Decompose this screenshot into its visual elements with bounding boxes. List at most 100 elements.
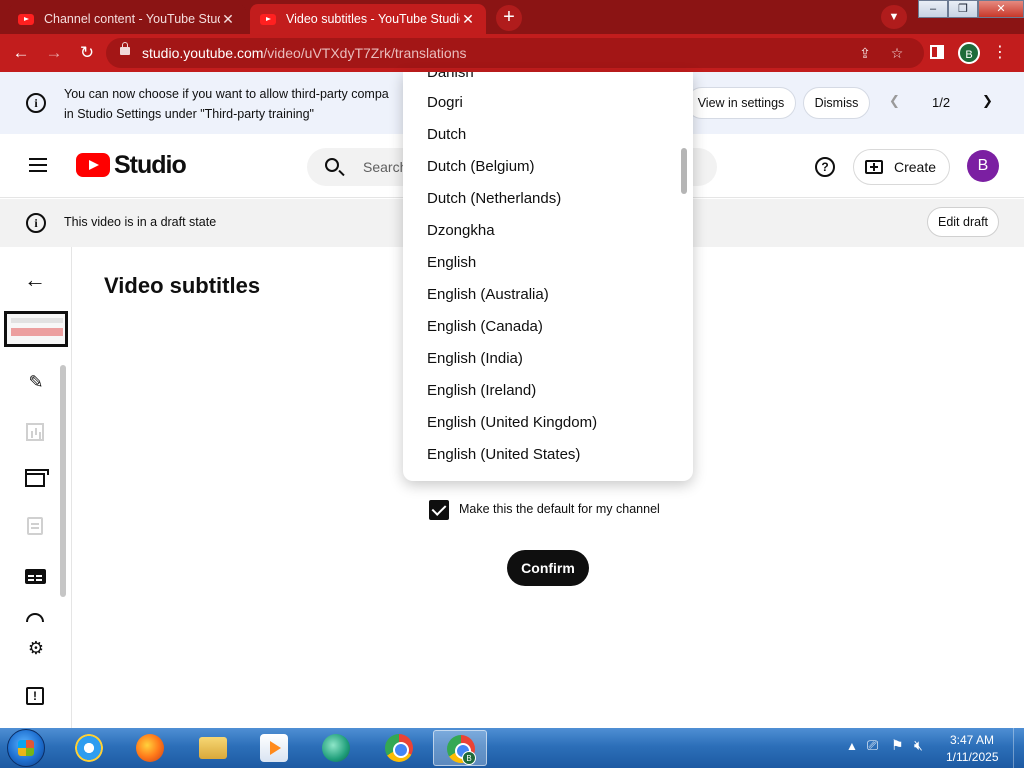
language-option[interactable]: English bbox=[427, 247, 476, 279]
editor-clapperboard-icon[interactable] bbox=[25, 469, 49, 487]
taskbar-network-app[interactable] bbox=[309, 730, 363, 766]
browser-toolbar: ← → ↻ studio.youtube.com/video/uVTXdyT7Z… bbox=[0, 34, 1024, 72]
clock-time[interactable]: 3:47 AM bbox=[950, 733, 994, 747]
default-channel-label: Make this the default for my channel bbox=[459, 502, 660, 516]
next-chevron-icon[interactable]: ❯ bbox=[982, 93, 993, 109]
chrome-icon bbox=[385, 734, 413, 762]
info-icon: i bbox=[26, 213, 46, 233]
language-option[interactable]: English (United Kingdom) bbox=[427, 407, 597, 439]
lock-icon bbox=[120, 42, 130, 55]
edit-draft-button[interactable]: Edit draft bbox=[927, 207, 999, 237]
network-app-icon bbox=[322, 734, 350, 762]
language-option[interactable]: Dzongkha bbox=[427, 215, 495, 247]
side-panel-icon[interactable] bbox=[930, 45, 944, 59]
language-option[interactable]: Dogri bbox=[427, 87, 463, 119]
taskbar-internet-explorer[interactable] bbox=[62, 730, 116, 766]
view-in-settings-button[interactable]: View in settings bbox=[686, 87, 796, 119]
browser-profile-avatar[interactable]: B bbox=[958, 42, 980, 64]
address-bar[interactable]: studio.youtube.com/video/uVTXdyT7Zrk/tra… bbox=[106, 38, 924, 68]
minimize-icon[interactable]: – bbox=[918, 0, 948, 18]
action-center-flag-icon[interactable]: ⚑ bbox=[891, 737, 904, 754]
back-arrow-icon[interactable]: ← bbox=[9, 41, 33, 65]
create-label: Create bbox=[894, 159, 937, 175]
search-icon bbox=[325, 158, 339, 172]
language-option[interactable]: Dutch (Belgium) bbox=[427, 151, 535, 183]
subtitles-icon[interactable] bbox=[25, 569, 46, 584]
language-option[interactable]: Dutch bbox=[427, 119, 466, 151]
notice-text: You can now choose if you want to allow … bbox=[64, 84, 404, 124]
confirm-button[interactable]: Confirm bbox=[507, 550, 589, 586]
studio-logo-text[interactable]: Studio bbox=[114, 151, 187, 180]
forward-arrow-icon[interactable]: → bbox=[42, 41, 66, 65]
tab-title: Video subtitles - YouTube Studio bbox=[286, 12, 460, 26]
browser-tab-bar: Channel content - YouTube Studio ✕ Video… bbox=[0, 0, 1024, 34]
tab-title: Channel content - YouTube Studio bbox=[44, 12, 220, 26]
url-text: studio.youtube.com/video/uVTXdyT7Zrk/tra… bbox=[142, 45, 467, 61]
new-tab-button[interactable]: + bbox=[496, 5, 522, 31]
taskbar-media-player[interactable] bbox=[247, 730, 301, 766]
taskbar-file-explorer[interactable] bbox=[186, 730, 240, 766]
account-avatar[interactable]: B bbox=[967, 150, 999, 182]
help-icon[interactable]: ? bbox=[815, 157, 835, 177]
create-button[interactable]: Create bbox=[853, 149, 950, 185]
notice-line-2: in Studio Settings under "Third-party tr… bbox=[64, 107, 314, 121]
youtube-favicon-icon bbox=[260, 13, 276, 25]
language-option[interactable]: Dutch (Netherlands) bbox=[427, 183, 561, 215]
left-navigation-rail: ← ✎ ⚙ ! bbox=[0, 247, 72, 728]
tab-search-chevron-icon[interactable]: ▼ bbox=[881, 5, 907, 29]
folder-icon bbox=[199, 737, 227, 759]
close-icon[interactable]: ✕ bbox=[460, 11, 476, 28]
tab-video-subtitles[interactable]: Video subtitles - YouTube Studio ✕ bbox=[250, 4, 486, 34]
youtube-favicon-icon bbox=[18, 13, 34, 25]
rail-scrollbar[interactable] bbox=[60, 365, 66, 597]
analytics-icon[interactable] bbox=[26, 423, 44, 441]
url-path: /video/uVTXdyT7Zrk/translations bbox=[263, 45, 467, 61]
restore-icon[interactable]: ❐ bbox=[948, 0, 978, 18]
language-option[interactable]: English (Ireland) bbox=[427, 375, 536, 407]
comments-icon[interactable] bbox=[27, 517, 43, 535]
language-option[interactable]: English (India) bbox=[427, 343, 523, 375]
share-icon[interactable]: ⇪ bbox=[854, 42, 876, 64]
language-dropdown-list[interactable]: Danish Dogri Dutch Dutch (Belgium) Dutch… bbox=[403, 72, 693, 481]
back-arrow-icon[interactable]: ← bbox=[24, 267, 46, 293]
tab-channel-content[interactable]: Channel content - YouTube Studio ✕ bbox=[8, 4, 246, 34]
create-video-icon bbox=[865, 160, 883, 174]
taskbar-chrome[interactable] bbox=[372, 730, 426, 766]
notice-pager: 1/2 bbox=[932, 95, 951, 110]
menu-icon[interactable] bbox=[29, 158, 47, 172]
notice-line-1: You can now choose if you want to allow … bbox=[64, 87, 389, 101]
url-host: studio.youtube.com bbox=[142, 45, 264, 61]
taskbar-firefox[interactable] bbox=[123, 730, 177, 766]
volume-muted-icon[interactable]: 🔇︎ bbox=[914, 737, 923, 754]
bookmark-star-icon[interactable]: ☆ bbox=[886, 42, 908, 64]
firefox-icon bbox=[136, 734, 164, 762]
language-option[interactable]: English (Canada) bbox=[427, 311, 543, 343]
clock-date[interactable]: 1/11/2025 bbox=[946, 750, 999, 764]
default-channel-checkbox[interactable] bbox=[429, 500, 449, 520]
dismiss-button[interactable]: Dismiss bbox=[803, 87, 870, 119]
start-button[interactable] bbox=[7, 729, 45, 767]
tray-expand-icon[interactable]: ▲ bbox=[846, 739, 858, 753]
reload-icon[interactable]: ↻ bbox=[75, 41, 99, 65]
page-title: Video subtitles bbox=[104, 273, 261, 298]
media-player-icon bbox=[260, 734, 288, 762]
draft-state-text: This video is in a draft state bbox=[64, 215, 217, 229]
edit-pencil-icon[interactable]: ✎ bbox=[25, 371, 47, 393]
more-menu-icon[interactable]: ⋮ bbox=[992, 41, 1008, 65]
language-option[interactable]: English (United States) bbox=[427, 439, 580, 471]
youtube-logo-icon[interactable] bbox=[76, 153, 110, 177]
feedback-icon[interactable]: ! bbox=[26, 687, 44, 705]
copyright-icon[interactable] bbox=[26, 613, 44, 622]
settings-gear-icon[interactable]: ⚙ bbox=[25, 637, 47, 659]
show-desktop-button[interactable] bbox=[1013, 728, 1024, 768]
search-placeholder: Search bbox=[363, 159, 408, 175]
previous-chevron-icon[interactable]: ❮ bbox=[889, 93, 900, 109]
internet-explorer-icon bbox=[75, 734, 103, 762]
window-close-icon[interactable]: ✕ bbox=[978, 0, 1024, 18]
video-thumbnail[interactable] bbox=[4, 311, 68, 347]
close-icon[interactable]: ✕ bbox=[220, 11, 236, 28]
taskbar-chrome-profile[interactable]: B bbox=[433, 730, 487, 766]
language-option[interactable]: English (Australia) bbox=[427, 279, 549, 311]
network-tray-icon[interactable]: ⎚ bbox=[867, 737, 878, 754]
dropdown-scrollbar[interactable] bbox=[681, 148, 687, 194]
